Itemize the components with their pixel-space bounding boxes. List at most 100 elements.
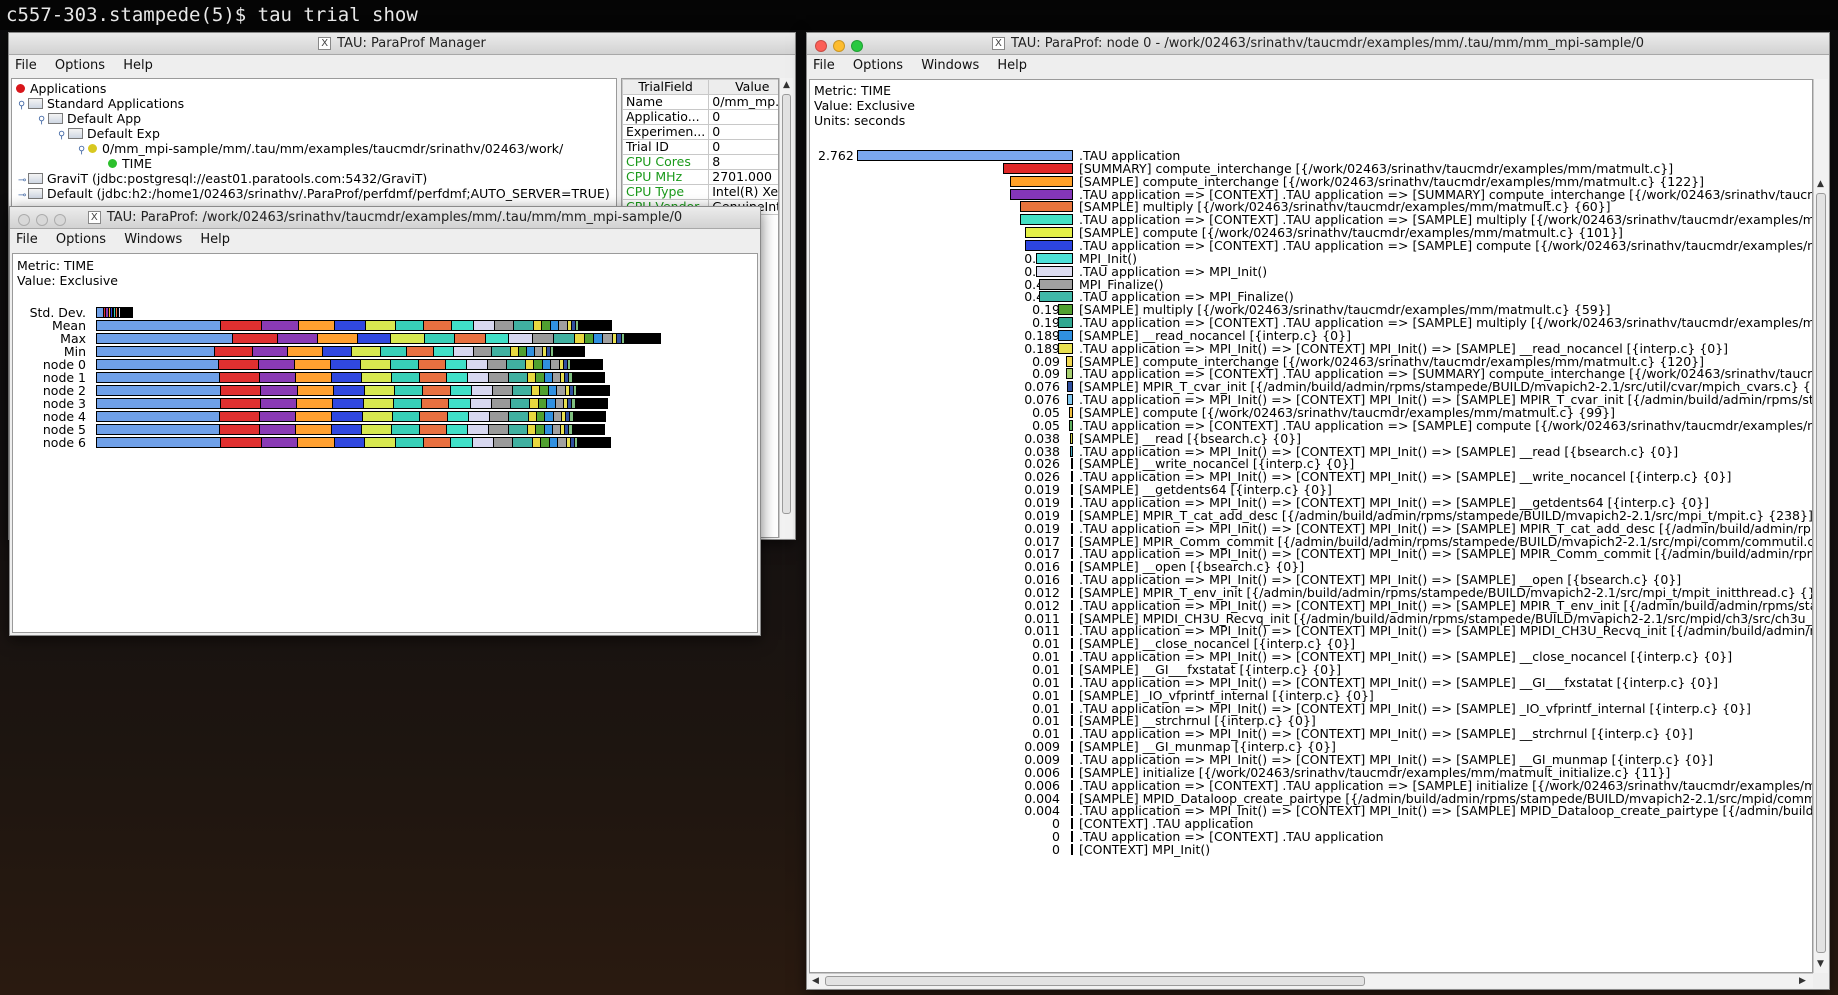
function-bar[interactable]: [1071, 766, 1073, 778]
function-bar[interactable]: [1071, 574, 1073, 586]
expand-handle-icon[interactable]: ⚲: [18, 98, 28, 113]
function-bar[interactable]: [1071, 728, 1073, 740]
function-bar[interactable]: [1071, 702, 1073, 714]
overview-bar-segment[interactable]: [542, 360, 552, 369]
overview-bar-segment[interactable]: [214, 347, 254, 356]
overview-bar-segment[interactable]: [277, 334, 318, 343]
function-bar[interactable]: [1020, 214, 1073, 226]
overview-bar-segment[interactable]: [526, 360, 535, 369]
overview-bar-segment[interactable]: [575, 399, 607, 408]
function-bar[interactable]: [1036, 252, 1073, 264]
overview-bar-segment[interactable]: [472, 386, 494, 395]
overview-bar-segment[interactable]: [351, 347, 381, 356]
overview-stacked-bar[interactable]: [96, 398, 608, 409]
minimize-icon[interactable]: [36, 214, 48, 226]
overview-stacked-bar[interactable]: [96, 307, 133, 318]
tree-node-default-exp[interactable]: ⚲ Default Exp: [16, 126, 612, 141]
overview-bar-segment[interactable]: [555, 399, 565, 408]
overview-bar-segment[interactable]: [625, 334, 660, 343]
manager-menu-options[interactable]: Options: [55, 58, 105, 73]
function-bar[interactable]: [1039, 291, 1073, 303]
function-bar[interactable]: [1069, 407, 1073, 418]
overview-bar-segment[interactable]: [538, 399, 548, 408]
overview-stacked-bar[interactable]: [96, 411, 606, 422]
trial-field-row[interactable]: Applicatio... 0: [622, 109, 778, 125]
overview-bar-segment[interactable]: [577, 386, 609, 395]
expand-handle-icon[interactable]: ⚲: [78, 143, 88, 158]
overview-bar-segment[interactable]: [331, 373, 362, 382]
overview-bar-segment[interactable]: [466, 360, 488, 369]
overview-bar-segment[interactable]: [470, 399, 492, 408]
overview-bar-segment[interactable]: [407, 347, 434, 356]
function-bar[interactable]: [1066, 368, 1073, 380]
overview-bar-segment[interactable]: [513, 438, 533, 447]
overview-bar-segment[interactable]: [298, 321, 336, 330]
overview-bar-segment[interactable]: [97, 347, 215, 356]
function-bar[interactable]: [1010, 188, 1073, 200]
overview-bar-segment[interactable]: [537, 412, 546, 421]
function-bar[interactable]: [1071, 599, 1073, 611]
overview-bar-segment[interactable]: [221, 321, 263, 330]
node-horizontal-scrollbar[interactable]: ◀ ▶: [809, 973, 1813, 988]
overview-bar-segment[interactable]: [449, 399, 471, 408]
overview-bar-segment[interactable]: [259, 373, 296, 382]
overview-bar-segment[interactable]: [253, 347, 288, 356]
overview-bar-segment[interactable]: [487, 360, 507, 369]
overview-bar-segment[interactable]: [97, 373, 220, 382]
overview-bar-segment[interactable]: [603, 334, 613, 343]
overview-bar-segment[interactable]: [362, 373, 393, 382]
overview-bar-segment[interactable]: [570, 360, 602, 369]
overview-bar-segment[interactable]: [260, 412, 297, 421]
scroll-up-icon[interactable]: ▲: [783, 80, 790, 90]
overview-bar-segment[interactable]: [514, 321, 534, 330]
overview-bar-segment[interactable]: [221, 386, 262, 395]
overview-bar-segment[interactable]: [558, 438, 567, 447]
function-bar[interactable]: [1071, 561, 1073, 573]
overview-bar-segment[interactable]: [396, 321, 425, 330]
overview-bar-segment[interactable]: [334, 386, 365, 395]
overview-bar-segment[interactable]: [295, 373, 332, 382]
tree-node-default-app[interactable]: ⚲ Default App: [16, 111, 612, 126]
header-value[interactable]: Value: [708, 79, 778, 95]
overview-bar-segment[interactable]: [455, 334, 487, 343]
overview-bar-segment[interactable]: [97, 399, 221, 408]
overview-bar-segment[interactable]: [362, 425, 393, 434]
overview-row[interactable]: Max: [13, 332, 757, 345]
function-bar[interactable]: [1071, 831, 1073, 843]
overview-bar-segment[interactable]: [528, 412, 537, 421]
overview-menu-options[interactable]: Options: [56, 232, 106, 247]
overview-bar-segment[interactable]: [445, 360, 467, 369]
overview-bar-segment[interactable]: [579, 321, 611, 330]
minimize-icon[interactable]: [833, 40, 845, 52]
overview-stacked-bar[interactable]: [96, 372, 605, 383]
function-bar[interactable]: [1066, 355, 1073, 367]
overview-bar-segment[interactable]: [418, 360, 446, 369]
trial-field-row[interactable]: Experimen... 0: [622, 124, 778, 140]
overview-stacked-bar[interactable]: [96, 359, 603, 370]
overview-bar-segment[interactable]: [453, 347, 474, 356]
overview-bar-segment[interactable]: [298, 438, 335, 447]
overview-bar-segment[interactable]: [494, 438, 514, 447]
overview-bar-segment[interactable]: [532, 438, 542, 447]
overview-bar-segment[interactable]: [472, 438, 494, 447]
overview-bar-segment[interactable]: [360, 360, 392, 369]
zoom-icon[interactable]: [54, 214, 66, 226]
overview-bar-segment[interactable]: [421, 399, 450, 408]
function-bar[interactable]: [1071, 471, 1073, 483]
overview-bar-segment[interactable]: [330, 360, 361, 369]
node-titlebar[interactable]: X TAU: ParaProf: node 0 - /work/02463/sri…: [807, 33, 1829, 55]
function-bar[interactable]: [1058, 304, 1073, 316]
overview-bar-segment[interactable]: [549, 386, 558, 395]
tree-node-applications[interactable]: Applications: [16, 81, 612, 96]
overview-bar-segment[interactable]: [549, 438, 559, 447]
overview-bar-segment[interactable]: [448, 412, 470, 421]
overview-stacked-bar[interactable]: [96, 424, 605, 435]
function-bar[interactable]: [1071, 676, 1073, 688]
overview-bar-segment[interactable]: [491, 399, 511, 408]
overview-bar-segment[interactable]: [334, 438, 366, 447]
overview-bar-segment[interactable]: [547, 399, 556, 408]
tree-node-default-db[interactable]: ⊸ Default (jdbc:h2:/home1/02463/srinathv/…: [16, 186, 612, 201]
overview-stacked-bar[interactable]: [96, 333, 661, 344]
overview-bar-segment[interactable]: [544, 425, 553, 434]
tree-node-gravit[interactable]: ⊸ GraviT (jdbc:postgresql://east01.parato…: [16, 171, 612, 186]
